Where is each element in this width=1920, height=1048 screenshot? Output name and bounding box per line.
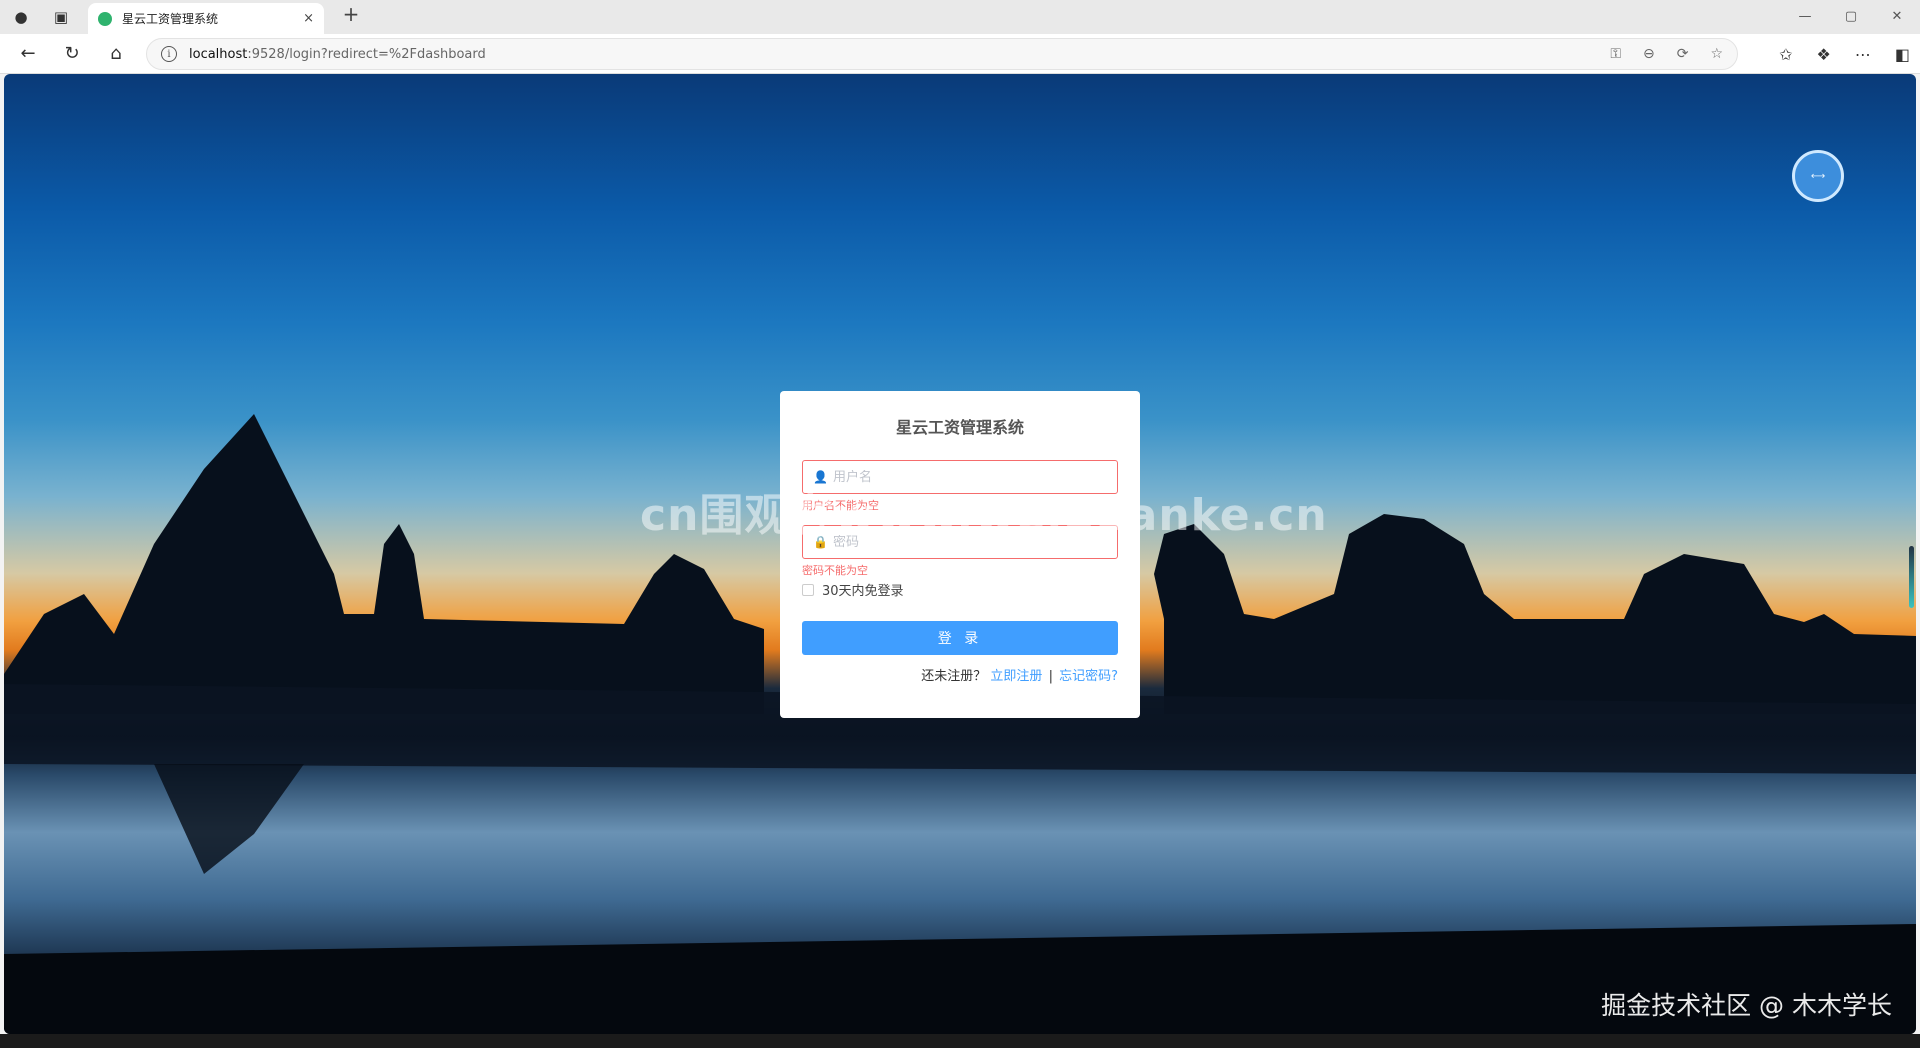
back-icon[interactable]: ← (6, 43, 50, 64)
url-path: :9528/login?redirect=%2Fdashboard (247, 46, 486, 62)
restore-button[interactable]: ▢ (1828, 0, 1874, 34)
more-menu-icon[interactable]: ⋯ (1855, 45, 1871, 64)
url-host: localhost (189, 46, 248, 62)
login-card: 星云工资管理系统 👤 用户名不能为空 🔒 密码不能为空 30天内免登录 登 录 … (780, 391, 1140, 718)
browser-tab-bar: ● ▣ 星云工资管理系统 × + — ▢ ✕ (0, 0, 1920, 34)
scroll-indicator[interactable] (1909, 546, 1914, 608)
favorite-star-icon[interactable]: ☆ (1710, 46, 1723, 62)
tab-title: 星云工资管理系统 (122, 12, 219, 26)
left-reflection (154, 764, 304, 874)
translate-icon[interactable]: ⟳ (1677, 46, 1689, 62)
right-rock-silhouette (1154, 514, 1916, 714)
browser-tab-active[interactable]: 星云工资管理系统 × (88, 3, 324, 34)
watermark-text: cn围观客www.weiguanke.cn (640, 490, 1328, 541)
not-registered-text: 还未注册？ (921, 669, 987, 684)
favorites-icon[interactable]: ✩ (1779, 45, 1792, 64)
tab-actions-icon[interactable]: ▣ (44, 0, 78, 34)
refresh-icon[interactable]: ↻ (50, 43, 94, 64)
login-title: 星云工资管理系统 (895, 418, 1024, 437)
browser-right-tools: ✩ ❖ ⋯ ◧ (1779, 34, 1910, 74)
address-bar[interactable]: i localhost:9528/login?redirect=%2Fdashb… (146, 38, 1738, 70)
close-window-button[interactable]: ✕ (1874, 0, 1920, 34)
url-text[interactable]: localhost:9528/login?redirect=%2Fdashboa… (189, 47, 1610, 62)
site-favicon-icon (98, 11, 112, 26)
home-icon[interactable]: ⌂ (94, 43, 138, 64)
minimize-button[interactable]: — (1782, 0, 1828, 34)
left-rock-silhouette (4, 414, 764, 714)
new-tab-button[interactable]: + (336, 2, 366, 26)
address-bar-actions: ⚿ ⊖ ⟳ ☆ (1610, 46, 1723, 62)
key-icon[interactable]: ⚿ (1610, 46, 1621, 62)
tab-close-icon[interactable]: × (303, 11, 314, 26)
remember-me[interactable]: 30天内免登录 (802, 580, 1118, 599)
auth-links: 还未注册？ 立即注册 | 忘记密码? (802, 665, 1118, 684)
remember-label: 30天内免登录 (822, 584, 904, 599)
register-link[interactable]: 立即注册 (990, 669, 1042, 684)
login-button[interactable]: 登 录 (802, 621, 1118, 655)
zoom-out-icon[interactable]: ⊖ (1643, 46, 1655, 62)
remember-checkbox[interactable] (802, 583, 814, 596)
page-viewport: ⟷ 星云工资管理系统 👤 用户名不能为空 🔒 密码不能为空 30天内免登录 登 … (4, 74, 1916, 1034)
extensions-icon[interactable]: ❖ (1817, 45, 1831, 64)
credit-text: 掘金技术社区 @ 木木学长 (1601, 991, 1892, 1020)
forgot-password-link[interactable]: 忘记密码? (1059, 669, 1118, 684)
sidebar-icon[interactable]: ◧ (1895, 45, 1910, 64)
password-error: 密码不能为空 (802, 564, 868, 577)
profile-icon[interactable]: ● (4, 0, 38, 34)
taskbar-strip (0, 1034, 1920, 1048)
link-separator: | (1048, 669, 1053, 684)
browser-toolbar: ← ↻ ⌂ i localhost:9528/login?redirect=%2… (0, 34, 1920, 74)
site-info-icon[interactable]: i (161, 46, 177, 62)
floating-assistant-icon[interactable]: ⟷ (1792, 150, 1844, 202)
window-controls: — ▢ ✕ (1782, 0, 1920, 34)
